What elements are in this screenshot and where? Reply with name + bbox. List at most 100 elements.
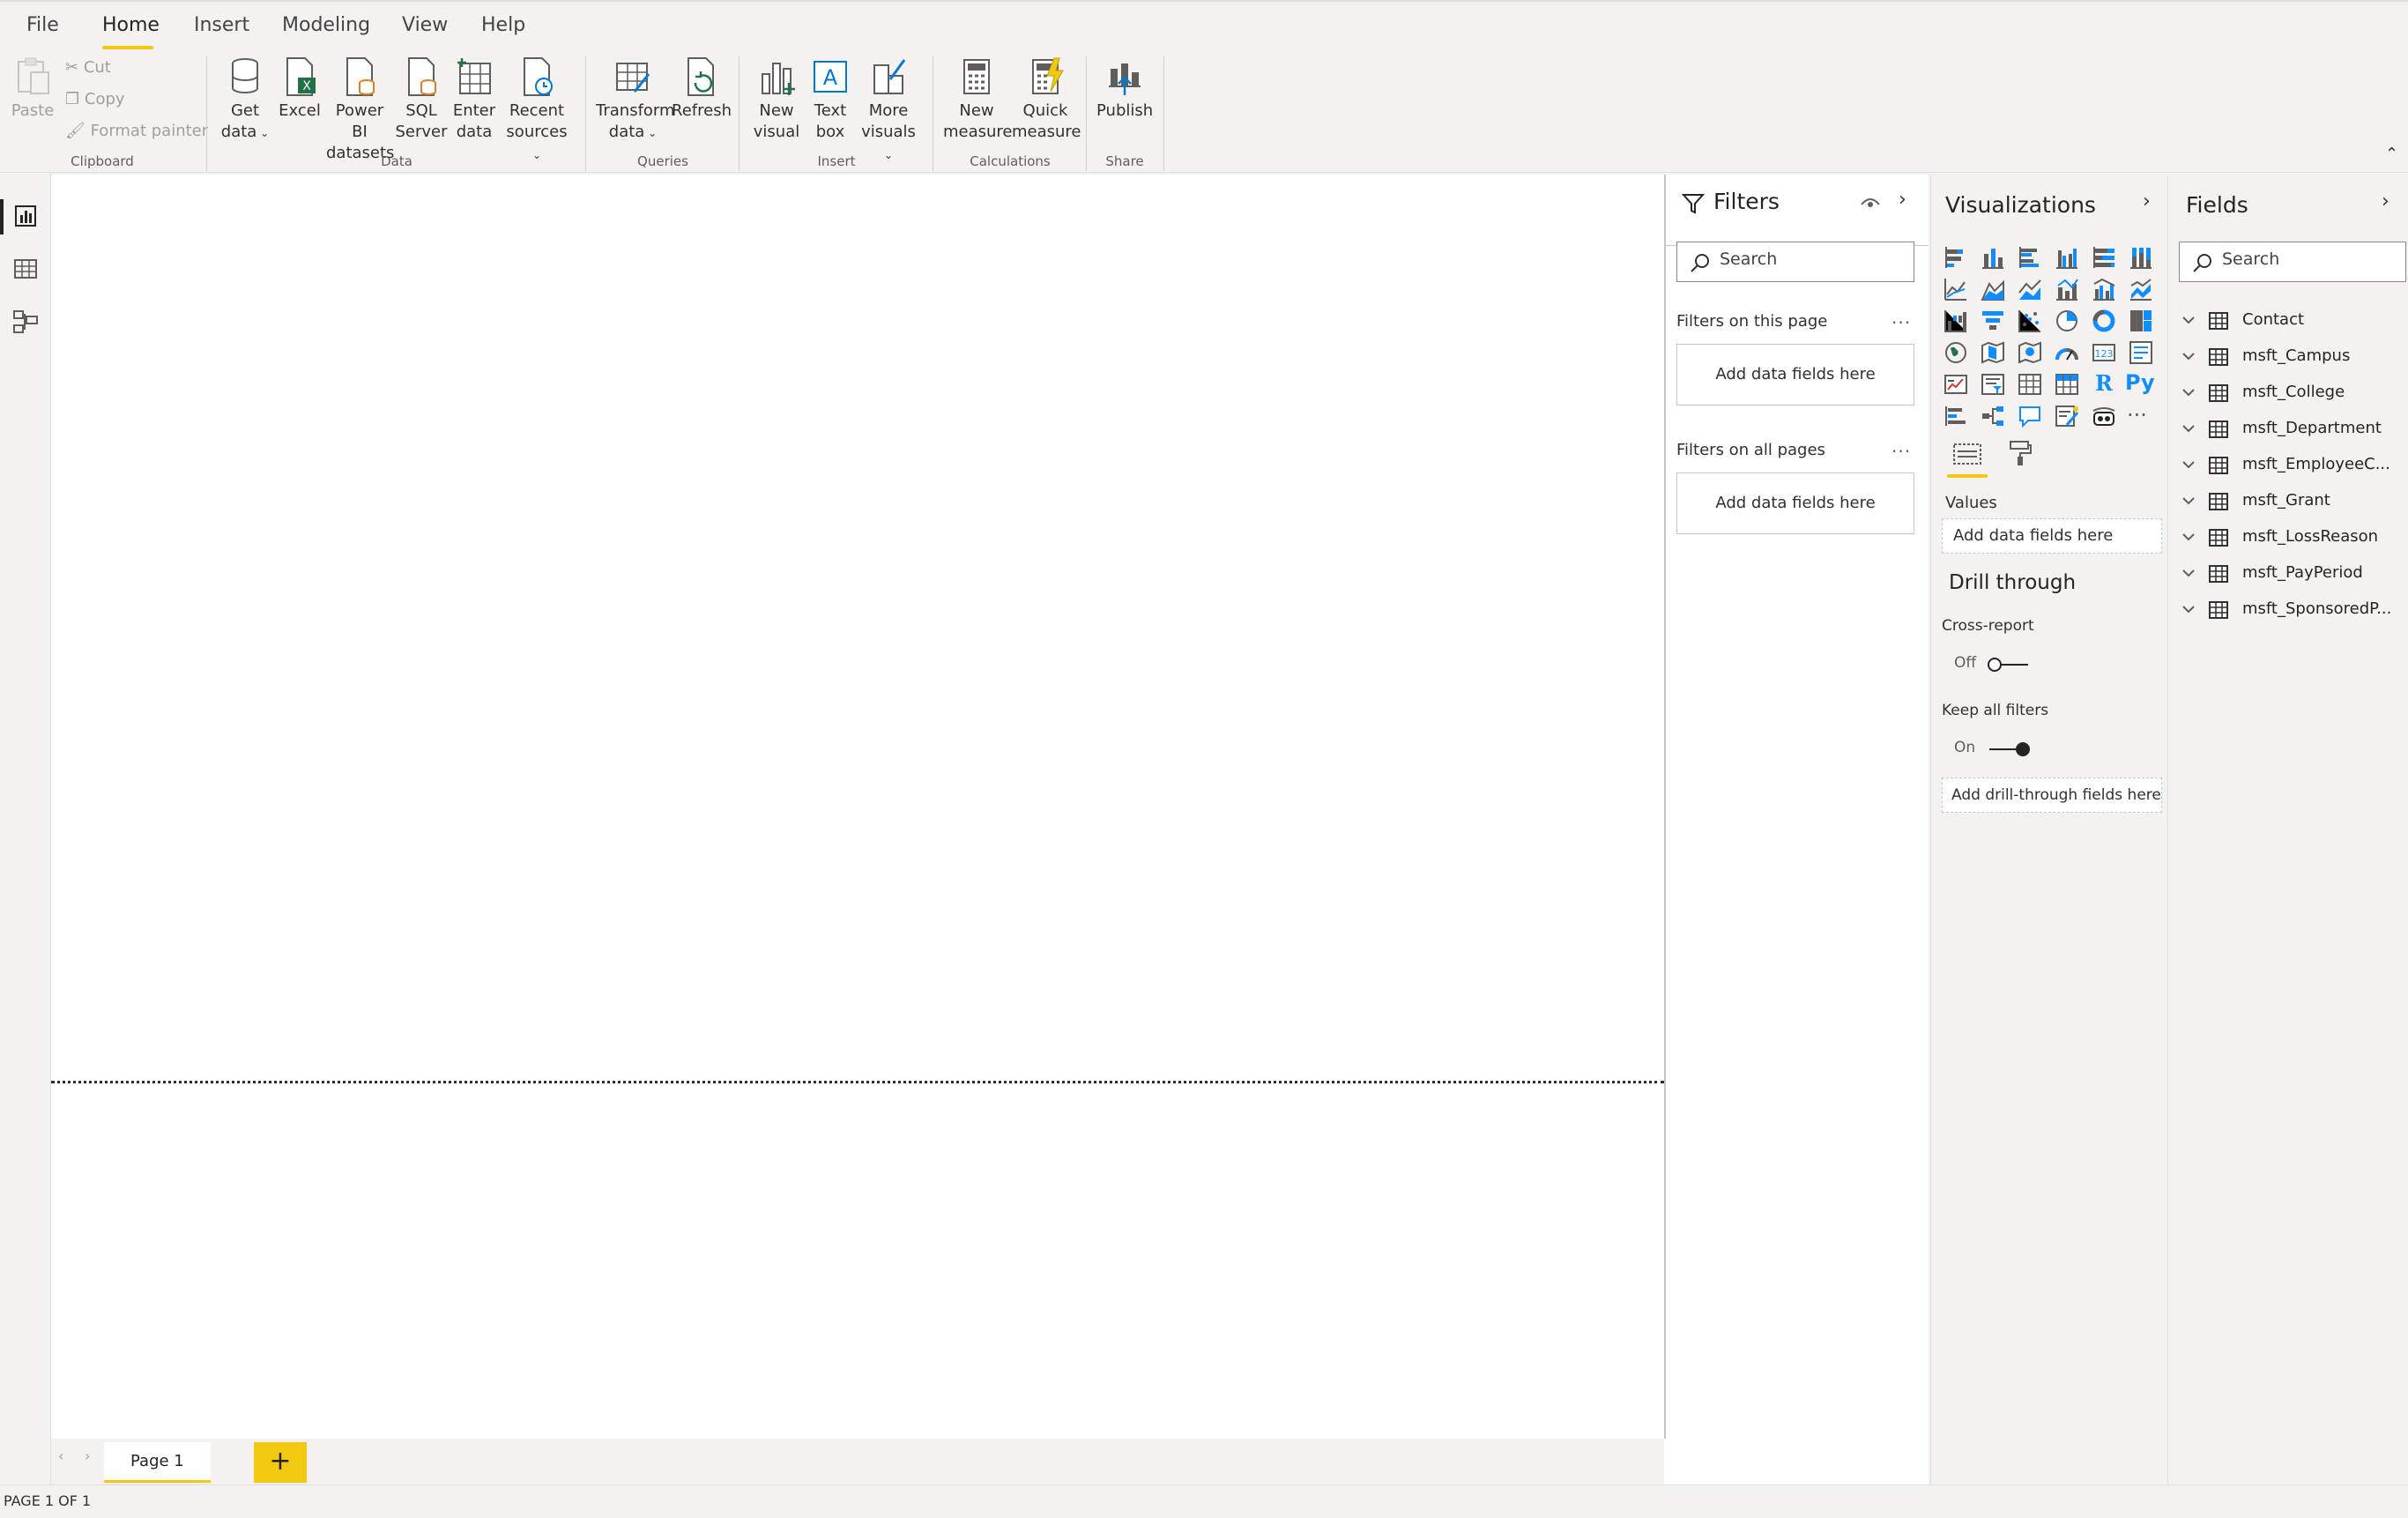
filters-search-input[interactable]	[1720, 249, 1885, 269]
get-data-button[interactable]: Get data ⌄	[217, 56, 273, 144]
keep-all-filters-toggle[interactable]: On	[1954, 739, 2033, 760]
chevron-down-icon[interactable]	[2179, 455, 2198, 474]
format-painter-button[interactable]: 🖌 Format painter	[65, 122, 208, 140]
smart-narrative-icon[interactable]	[2055, 404, 2079, 428]
model-view-icon[interactable]	[12, 309, 39, 335]
field-table-item[interactable]: msft_Campus	[2179, 343, 2404, 375]
key-influencers-icon[interactable]	[1943, 404, 1968, 428]
funnel-icon[interactable]	[1981, 309, 2005, 333]
refresh-button[interactable]: Refresh	[672, 56, 732, 122]
filters-search-box[interactable]	[1676, 242, 1914, 282]
publish-button[interactable]: Publish	[1096, 56, 1153, 122]
pie-chart-icon[interactable]	[2055, 309, 2079, 333]
clustered-bar-chart-icon[interactable]	[2018, 245, 2042, 270]
area-chart-icon[interactable]	[1981, 277, 2005, 301]
qa-visual-icon[interactable]	[2018, 404, 2042, 428]
line-chart-icon[interactable]	[1943, 277, 1968, 301]
stacked-column-chart-icon[interactable]	[1981, 245, 2005, 270]
field-table-item[interactable]: msft_LossReason	[2179, 524, 2404, 555]
field-table-item[interactable]: Contact	[2179, 307, 2404, 339]
ribbon-chart-icon[interactable]	[2129, 277, 2153, 301]
stacked-area-chart-icon[interactable]	[2018, 277, 2042, 301]
stacked-bar-chart-icon[interactable]	[1943, 245, 1968, 270]
quick-measure-button[interactable]: Quick measure	[1012, 56, 1081, 143]
chevron-down-icon[interactable]	[2179, 491, 2198, 510]
chevron-down-icon[interactable]	[2179, 563, 2198, 583]
gauge-icon[interactable]	[2055, 340, 2079, 365]
table-visual-icon[interactable]	[2018, 372, 2042, 397]
report-canvas[interactable]	[51, 175, 1664, 1439]
field-table-item[interactable]: msft_PayPeriod	[2179, 560, 2404, 592]
tab-page-1[interactable]: Page 1	[104, 1442, 211, 1483]
chevron-down-icon[interactable]	[2179, 310, 2198, 330]
filters-page-drop-zone[interactable]: Add data fields here	[1676, 344, 1914, 406]
menu-modeling[interactable]: Modeling	[282, 14, 370, 36]
kpi-icon[interactable]	[1943, 372, 1968, 397]
decomposition-tree-icon[interactable]	[1981, 404, 2005, 428]
slicer-icon[interactable]	[1981, 372, 2005, 397]
format-paint-roller-icon[interactable]	[2007, 439, 2033, 467]
copy-button[interactable]: ❐ Copy	[65, 90, 125, 108]
fields-well-icon[interactable]	[1952, 441, 1982, 467]
shape-map-icon[interactable]	[2018, 340, 2042, 365]
cut-button[interactable]: ✂ Cut	[65, 58, 111, 77]
multi-row-card-icon[interactable]	[2129, 340, 2153, 365]
report-view-icon[interactable]	[12, 203, 39, 229]
chevron-down-icon[interactable]	[2179, 346, 2198, 366]
filters-all-more-icon[interactable]: ...	[1891, 435, 1911, 457]
more-visuals-button[interactable]: More visuals ⌄	[857, 56, 920, 166]
field-table-item[interactable]: msft_Department	[2179, 415, 2404, 447]
eye-icon[interactable]	[1860, 194, 1881, 212]
text-box-button[interactable]: A Text box	[806, 56, 855, 143]
filters-page-more-icon[interactable]: ...	[1891, 307, 1911, 328]
100-stacked-column-chart-icon[interactable]	[2129, 245, 2153, 270]
cross-report-toggle[interactable]: Off	[1954, 654, 2033, 675]
filters-all-drop-zone[interactable]: Add data fields here	[1676, 473, 1914, 534]
paste-button[interactable]: Paste	[11, 56, 55, 122]
collapse-filters-chevron-right-icon[interactable]: ›	[1899, 189, 1906, 211]
100-stacked-bar-chart-icon[interactable]	[2092, 245, 2116, 270]
collapse-fields-chevron-right-icon[interactable]: ›	[2382, 190, 2389, 212]
more-visuals-ellipsis-icon[interactable]: ...	[2127, 397, 2147, 421]
matrix-icon[interactable]	[2055, 372, 2079, 397]
fields-search-input[interactable]	[2222, 249, 2381, 269]
excel-button[interactable]: X Excel	[275, 56, 324, 122]
card-icon[interactable]: 123	[2092, 340, 2116, 365]
r-script-visual-label[interactable]: R	[2095, 370, 2113, 396]
filled-map-icon[interactable]	[1981, 340, 2005, 365]
field-table-item[interactable]: msft_SponsoredP...	[2179, 596, 2404, 628]
drill-through-drop-zone[interactable]: Add drill-through fields here	[1942, 778, 2162, 813]
field-table-item[interactable]: msft_Grant	[2179, 487, 2404, 519]
enter-data-button[interactable]: Enter data	[450, 56, 499, 143]
paginated-report-icon[interactable]	[2092, 404, 2116, 428]
line-and-clustered-column-chart-icon[interactable]	[2092, 277, 2116, 301]
add-page-button[interactable]: +	[254, 1442, 307, 1483]
treemap-icon[interactable]	[2129, 309, 2153, 333]
sql-server-button[interactable]: SQL Server	[395, 56, 448, 143]
menu-help[interactable]: Help	[481, 14, 525, 36]
new-measure-button[interactable]: New measure	[943, 56, 1013, 143]
field-table-item[interactable]: msft_College	[2179, 379, 2404, 411]
line-and-stacked-column-chart-icon[interactable]	[2055, 277, 2079, 301]
transform-data-button[interactable]: Transform data ⌄	[596, 56, 675, 144]
chevron-down-icon[interactable]	[2179, 599, 2198, 619]
chevron-down-icon[interactable]	[2179, 419, 2198, 438]
map-icon[interactable]	[1943, 340, 1968, 365]
chevron-down-icon[interactable]	[2179, 527, 2198, 547]
tab-scroll-right-icon[interactable]: ›	[85, 1447, 90, 1464]
scatter-chart-icon[interactable]	[2018, 309, 2042, 333]
fields-search-box[interactable]	[2179, 242, 2406, 282]
clustered-column-chart-icon[interactable]	[2055, 245, 2079, 270]
menu-view[interactable]: View	[402, 14, 448, 36]
menu-home[interactable]: Home	[102, 14, 160, 36]
collapse-visualizations-chevron-right-icon[interactable]: ›	[2143, 190, 2151, 212]
new-visual-button[interactable]: New visual	[749, 56, 804, 143]
data-view-icon[interactable]	[12, 256, 39, 282]
power-bi-datasets-button[interactable]: Power BI datasets	[326, 56, 394, 164]
python-visual-icon[interactable]: Py	[2125, 370, 2155, 395]
values-drop-zone[interactable]: Add data fields here	[1942, 518, 2162, 554]
menu-file[interactable]: File	[26, 14, 59, 36]
collapse-ribbon-chevron-up-icon[interactable]: ⌃	[2385, 145, 2398, 163]
chevron-down-icon[interactable]	[2179, 383, 2198, 402]
field-table-item[interactable]: msft_EmployeeC...	[2179, 451, 2404, 483]
